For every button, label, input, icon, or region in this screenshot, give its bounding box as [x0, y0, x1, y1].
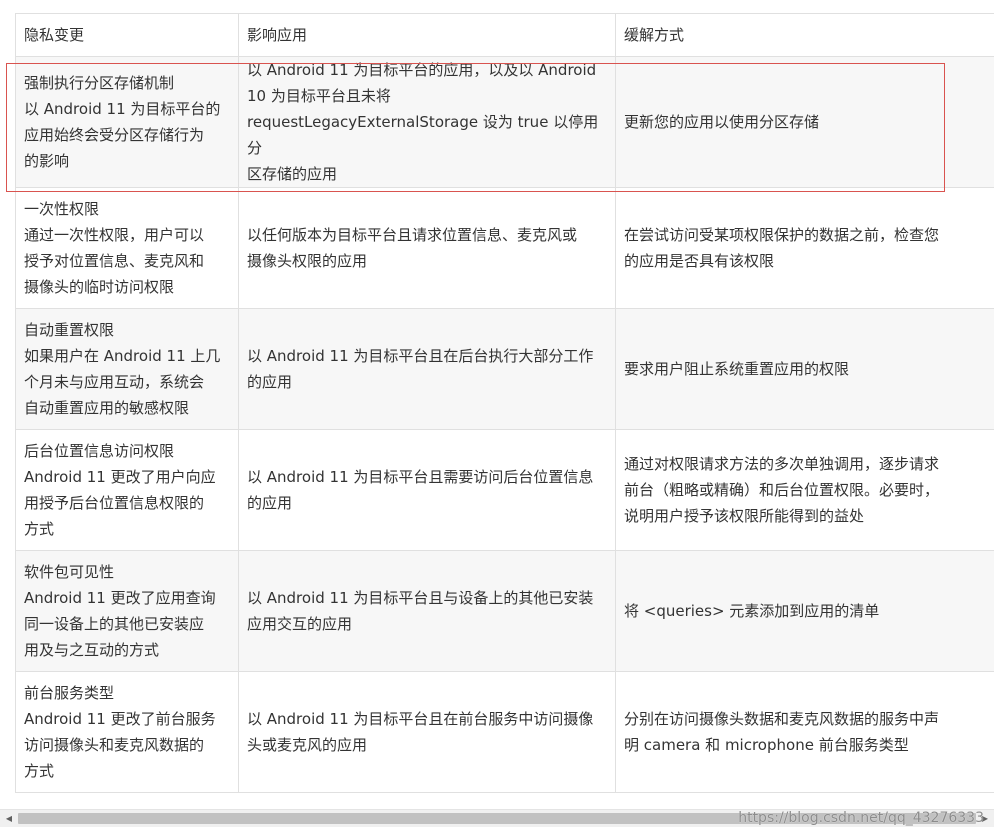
cell-privacy-change: 自动重置权限如果用户在 Android 11 上几 个月未与应用互动，系统会 自动重… — [15, 308, 239, 430]
cell-privacy-change: 后台位置信息访问权限 Android 11 更改了用户向应 用授予后台位置信息权限的… — [15, 429, 239, 551]
cell-text-line: 要求用户阻止系统重置应用的权限 — [624, 360, 850, 378]
cell-text-line: 的应用 — [247, 373, 293, 391]
header-affected-apps: 影响应用 — [238, 13, 616, 57]
cell-text-line: 应用始终会受分区存储行为 — [24, 126, 205, 144]
cell-privacy-change: 一次性权限通过一次性权限，用户可以 授予对位置信息、麦克风和 摄像头的临时访问权限 — [15, 187, 239, 309]
cell-text-line: 自动重置应用的敏感权限 — [24, 399, 190, 417]
cell-text-line: 摄像头的临时访问权限 — [24, 278, 175, 296]
cell-affected-apps: 以任何版本为目标平台且请求位置信息、麦克风或 摄像头权限的应用 — [238, 187, 616, 309]
table-row: 强制执行分区存储机制以 Android 11 为目标平台的 应用始终会受分区存储行… — [15, 56, 994, 188]
cell-text-line: 更新您的应用以使用分区存储 — [624, 113, 820, 131]
cell-text-line: 强制执行分区存储机制 — [24, 74, 175, 92]
cell-text-line: 区存储的应用 — [247, 165, 338, 183]
cell-privacy-change: 强制执行分区存储机制以 Android 11 为目标平台的 应用始终会受分区存储行… — [15, 56, 239, 188]
cell-text-line: 的应用 — [247, 494, 293, 512]
cell-mitigation: 更新您的应用以使用分区存储 — [615, 56, 994, 188]
cell-affected-apps: 以 Android 11 为目标平台且在前台服务中访问摄像 头或麦克风的应用 — [238, 671, 616, 793]
cell-text-line: 后台位置信息访问权限 — [24, 442, 175, 460]
cell-text-line: requestLegacyExternalStorage 设为 true 以停用… — [247, 113, 599, 157]
cell-text-line: 分别在访问摄像头数据和麦克风数据的服务中声 — [624, 710, 940, 728]
cell-text-line: 摄像头权限的应用 — [247, 252, 368, 270]
cell-affected-apps: 以 Android 11 为目标平台且需要访问后台位置信息 的应用 — [238, 429, 616, 551]
watermark: https://blog.csdn.net/qq_43276333 — [738, 810, 984, 826]
cell-text-line: 在尝试访问受某项权限保护的数据之前，检查您 — [624, 226, 940, 244]
cell-text-line: 以 Android 11 为目标平台且需要访问后台位置信息 — [247, 468, 594, 486]
table-row: 前台服务类型 Android 11 更改了前台服务 访问摄像头和麦克风数据的 方式 以 … — [15, 671, 994, 793]
cell-privacy-change: 软件包可见性 Android 11 更改了应用查询 同一设备上的其他已安装应 用及与之… — [15, 550, 239, 672]
privacy-changes-table: 隐私变更 影响应用 缓解方式 强制执行分区存储机制以 Android 11 为目… — [15, 13, 994, 793]
cell-mitigation: 分别在访问摄像头数据和麦克风数据的服务中声明 camera 和 micropho… — [615, 671, 994, 793]
cell-text-line: 授予对位置信息、麦克风和 — [24, 252, 205, 270]
cell-text-line: 以 Android 11 为目标平台且与设备上的其他已安装 — [247, 589, 594, 607]
cell-text-line: 明 camera 和 microphone 前台服务类型 — [624, 736, 909, 754]
cell-affected-apps: 以 Android 11 为目标平台且在后台执行大部分工作 的应用 — [238, 308, 616, 430]
cell-text-line: 以任何版本为目标平台且请求位置信息、麦克风或 — [247, 226, 578, 244]
cell-text-line: 个月未与应用互动，系统会 — [24, 373, 205, 391]
cell-text-line: Android 11 更改了用户向应 — [24, 468, 216, 486]
scroll-left-arrow-icon[interactable]: ◀ — [2, 812, 16, 825]
cell-affected-apps: 以 Android 11 为目标平台且与设备上的其他已安装 应用交互的应用 — [238, 550, 616, 672]
table-row: 后台位置信息访问权限 Android 11 更改了用户向应 用授予后台位置信息权限的… — [15, 429, 994, 551]
cell-text-line: 的应用是否具有该权限 — [624, 252, 775, 270]
cell-mitigation: 要求用户阻止系统重置应用的权限 — [615, 308, 994, 430]
table-header: 隐私变更 影响应用 缓解方式 — [15, 13, 994, 57]
cell-text-line: 方式 — [24, 762, 55, 780]
cell-text-line: 以 Android 11 为目标平台的 — [24, 100, 221, 118]
cell-text-line: 同一设备上的其他已安装应 — [24, 615, 205, 633]
header-row: 隐私变更 影响应用 缓解方式 — [15, 13, 994, 57]
cell-text-line: 说明用户授予该权限所能得到的益处 — [624, 507, 865, 525]
cell-text-line: 以 Android 11 为目标平台且在前台服务中访问摄像 — [247, 710, 594, 728]
cell-text-line: 10 为目标平台且未将 — [247, 87, 391, 105]
cell-text-line: 通过一次性权限，用户可以 — [24, 226, 205, 244]
document-viewport: 隐私变更 影响应用 缓解方式 强制执行分区存储机制以 Android 11 为目… — [0, 0, 994, 839]
cell-text-line: 前台（粗略或精确）和后台位置权限。必要时， — [624, 481, 940, 499]
cell-text-line: 如果用户在 Android 11 上几 — [24, 347, 221, 365]
cell-affected-apps: 以 Android 11 为目标平台的应用，以及以 Android 10 为目标平… — [238, 56, 616, 188]
table-row: 软件包可见性 Android 11 更改了应用查询 同一设备上的其他已安装应 用及与之… — [15, 550, 994, 672]
cell-text-line: 方式 — [24, 520, 55, 538]
table-row: 自动重置权限如果用户在 Android 11 上几 个月未与应用互动，系统会 自动重… — [15, 308, 994, 430]
cell-text-line: 一次性权限 — [24, 200, 100, 218]
table-body: 强制执行分区存储机制以 Android 11 为目标平台的 应用始终会受分区存储行… — [15, 56, 994, 793]
cell-text-line: 以 Android 11 为目标平台且在后台执行大部分工作 — [247, 347, 594, 365]
cell-text-line: 头或麦克风的应用 — [247, 736, 368, 754]
header-mitigation: 缓解方式 — [615, 13, 994, 57]
cell-privacy-change: 前台服务类型 Android 11 更改了前台服务 访问摄像头和麦克风数据的 方式 — [15, 671, 239, 793]
cell-text-line: 自动重置权限 — [24, 321, 115, 339]
cell-text-line: Android 11 更改了应用查询 — [24, 589, 216, 607]
cell-mitigation: 在尝试访问受某项权限保护的数据之前，检查您 的应用是否具有该权限 — [615, 187, 994, 309]
cell-text-line: 将 <queries> 元素添加到应用的清单 — [624, 602, 880, 620]
cell-text-line: 通过对权限请求方法的多次单独调用，逐步请求 — [624, 455, 940, 473]
cell-text-line: 的影响 — [24, 152, 70, 170]
cell-text-line: 应用交互的应用 — [247, 615, 353, 633]
cell-text-line: 用授予后台位置信息权限的 — [24, 494, 205, 512]
cell-mitigation: 将 <queries> 元素添加到应用的清单 — [615, 550, 994, 672]
table-row: 一次性权限 通过一次性权限，用户可以 授予对位置信息、麦克风和 摄像头的临时访问权限以… — [15, 187, 994, 309]
cell-text-line: 前台服务类型 — [24, 684, 115, 702]
header-privacy-change: 隐私变更 — [15, 13, 239, 57]
cell-text-line: 软件包可见性 — [24, 563, 115, 581]
cell-mitigation: 通过对权限请求方法的多次单独调用，逐步请求 前台（粗略或精确）和后台位置权限。必要… — [615, 429, 994, 551]
cell-text-line: 以 Android 11 为目标平台的应用，以及以 Android — [247, 61, 597, 79]
cell-text-line: Android 11 更改了前台服务 — [24, 710, 216, 728]
cell-text-line: 用及与之互动的方式 — [24, 641, 160, 659]
cell-text-line: 访问摄像头和麦克风数据的 — [24, 736, 205, 754]
